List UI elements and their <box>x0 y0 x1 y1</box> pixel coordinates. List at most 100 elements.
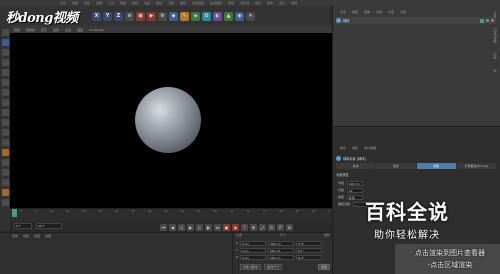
symmetry-icon[interactable] <box>1 179 9 186</box>
lock-icon[interactable] <box>1 129 9 136</box>
menu-item[interactable]: 渲染 <box>168 1 174 5</box>
workplane-icon[interactable] <box>1 119 9 126</box>
radius-field[interactable]: 100 cm <box>347 180 364 186</box>
menu-item[interactable]: 创建 <box>84 1 90 5</box>
camera-icon[interactable]: ◉ <box>235 11 244 21</box>
menu-item[interactable]: 工具 <box>108 1 114 5</box>
viewport-menu-item[interactable]: 摄像机 <box>26 28 35 32</box>
material-menu-item[interactable]: 纹理 <box>45 234 51 238</box>
array-icon[interactable]: ✿ <box>202 11 211 21</box>
menu-item[interactable]: 动画 <box>144 1 150 5</box>
current-frame-marker[interactable] <box>12 209 17 217</box>
cube-icon[interactable]: ◆ <box>169 11 178 21</box>
side-tab-objects[interactable]: 对象 <box>493 12 497 18</box>
side-tab-structure[interactable]: 构造 <box>493 53 497 59</box>
material-menu-item[interactable]: 功能 <box>34 234 40 238</box>
next-frame-icon[interactable]: ▷ <box>196 223 203 231</box>
side-tab-layers[interactable]: 层 <box>493 69 497 72</box>
editor-visibility-icon[interactable] <box>486 19 489 22</box>
tab-basic[interactable]: 基本 <box>336 163 376 169</box>
viewport-menu-item[interactable]: 过滤 <box>65 28 71 32</box>
render-to-picture-viewer-icon[interactable]: ▶ <box>147 11 156 21</box>
position-x-field[interactable]: 0 cm <box>240 240 267 246</box>
brush-icon[interactable] <box>1 169 9 176</box>
make-editable-icon[interactable] <box>1 29 9 36</box>
material-menu-item[interactable]: 编辑 <box>23 234 29 238</box>
next-key-icon[interactable]: ▶ <box>205 223 212 231</box>
subdivision-icon[interactable]: ◈ <box>191 11 200 21</box>
deformer-icon[interactable]: ◐ <box>213 11 222 21</box>
autokey-icon[interactable]: ◉ <box>232 223 239 231</box>
live-selection-icon[interactable] <box>1 99 9 106</box>
menu-item[interactable]: 模拟 <box>156 1 162 5</box>
rotation-h-field[interactable]: H 0° <box>296 240 323 246</box>
go-to-start-icon[interactable]: ⏮ <box>160 223 167 231</box>
size-x-field[interactable]: 200 cm <box>268 240 295 246</box>
y-axis-lock-button[interactable]: Y <box>103 11 112 21</box>
segments-field[interactable]: 24 <box>347 187 364 193</box>
previous-key-icon[interactable]: ◀ <box>169 223 176 231</box>
menu-item[interactable]: 流水线 <box>240 1 249 5</box>
menu-item[interactable]: 编辑 <box>72 1 78 5</box>
menu-item[interactable]: 雕刻 <box>180 1 186 5</box>
side-tab-content-browser[interactable]: 内容浏览器 <box>493 28 497 43</box>
menu-item[interactable]: 插件 <box>255 1 261 5</box>
edges-mode-icon[interactable] <box>1 79 9 86</box>
sculpt-icon[interactable] <box>1 189 9 196</box>
go-to-end-icon[interactable]: ⏭ <box>214 223 221 231</box>
previous-frame-icon[interactable]: ◁ <box>178 223 185 231</box>
grid-key-icon[interactable]: ⊞ <box>286 223 293 231</box>
object-menu-item[interactable]: 文件 <box>340 10 346 14</box>
grid-icon[interactable] <box>1 139 9 146</box>
size-z-field[interactable]: 200 cm <box>268 254 295 260</box>
tweak-icon[interactable] <box>1 159 9 166</box>
object-menu-item[interactable]: 标签 <box>388 10 394 14</box>
menu-item[interactable]: 帮助 <box>291 1 297 5</box>
sphere-object[interactable] <box>135 87 201 153</box>
scene-icon[interactable]: ▲ <box>224 11 233 21</box>
menu-item[interactable]: 脚本 <box>267 1 273 5</box>
material-menu-item[interactable]: 创建 <box>12 234 18 238</box>
object-menu-item[interactable]: 查看 <box>364 10 370 14</box>
menu-item[interactable]: 网格 <box>120 1 126 5</box>
tab-coordinates[interactable]: 坐标 <box>376 163 416 169</box>
end-frame-field[interactable]: 90 F <box>36 223 62 229</box>
apply-button[interactable]: 应用 <box>318 264 330 270</box>
points-mode-icon[interactable] <box>1 69 9 76</box>
menu-item[interactable]: 捕捉 <box>132 1 138 5</box>
rotation-b-field[interactable]: B 0° <box>296 254 323 260</box>
light-icon[interactable]: ☀ <box>246 11 255 21</box>
position-y-field[interactable]: 0 cm <box>239 247 266 253</box>
play-icon[interactable]: ▶ <box>187 223 194 231</box>
menu-item[interactable]: 运动跟踪 <box>192 1 204 5</box>
menu-item[interactable]: 文件 <box>60 1 66 5</box>
menu-item[interactable]: 窗口 <box>279 1 285 5</box>
z-axis-lock-button[interactable]: Z <box>114 11 123 21</box>
object-menu-item[interactable]: 书签 <box>400 10 406 14</box>
soft-selection-icon[interactable] <box>1 149 9 156</box>
attribute-menu-item[interactable]: 模式 <box>340 146 346 150</box>
object-menu-item[interactable]: 编辑 <box>352 10 358 14</box>
menu-item[interactable]: 角色 <box>228 1 234 5</box>
viewport-menu-item[interactable]: 显示 <box>41 28 47 32</box>
model-mode-icon[interactable] <box>1 39 9 46</box>
menu-item[interactable]: 选择 <box>96 1 102 5</box>
polygons-mode-icon[interactable] <box>1 89 9 96</box>
axis-mode-icon[interactable] <box>1 59 9 66</box>
rotation-key-icon[interactable]: ↻ <box>268 223 275 231</box>
record-icon[interactable]: ● <box>223 223 230 231</box>
texture-mode-icon[interactable] <box>1 49 9 56</box>
viewport-menu-item[interactable]: 查看 <box>14 28 20 32</box>
tab-object[interactable]: 对象 <box>416 163 456 169</box>
position-key-icon[interactable]: ✥ <box>250 223 257 231</box>
attribute-menu-item[interactable]: 用户数据 <box>364 146 376 150</box>
viewport-menu-item[interactable]: 选项 <box>53 28 59 32</box>
x-axis-lock-button[interactable]: X <box>92 11 101 21</box>
start-frame-field[interactable]: 0 F <box>14 223 32 229</box>
size-mode-select[interactable]: 绝对尺寸 <box>264 264 283 270</box>
enabled-check-icon[interactable] <box>480 18 484 23</box>
object-list-item-sphere[interactable]: 球体 <box>336 17 496 24</box>
keyframe-selection-icon[interactable]: ? <box>241 223 248 231</box>
viewport-menu-item[interactable]: ProRender <box>89 28 104 32</box>
render-settings-icon[interactable]: ⚙ <box>158 11 167 21</box>
